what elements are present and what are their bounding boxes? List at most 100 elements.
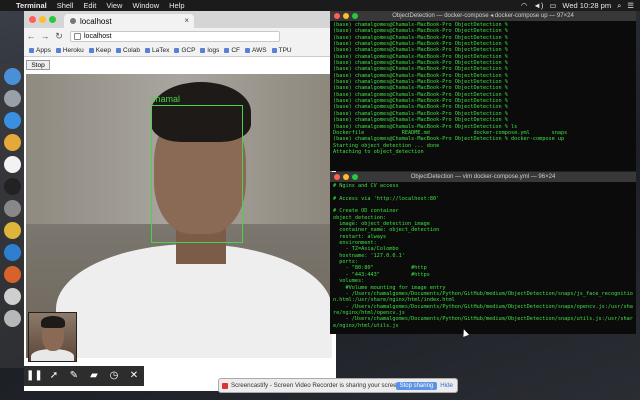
bookmark-gcp[interactable]: GCP xyxy=(174,47,195,54)
stop-button[interactable]: Stop xyxy=(26,60,50,70)
pen-icon[interactable]: ✎ xyxy=(66,368,82,384)
finder-icon[interactable] xyxy=(3,68,21,85)
timer-icon[interactable]: ◷ xyxy=(106,368,122,384)
recording-toolbar: ❚❚ ➚ ✎ ▰ ◷ ✕ xyxy=(24,366,144,386)
terminal-window-bottom[interactable]: ObjectDetection — vim docker-compose.yml… xyxy=(330,172,636,334)
terminal-line: - /Users/chamalgomes/Documents/Python/Gi… xyxy=(333,290,633,304)
trash-icon[interactable] xyxy=(3,310,21,327)
close-window-button[interactable] xyxy=(29,16,36,23)
menu-app-name[interactable]: Terminal xyxy=(16,1,47,10)
forward-arrow-icon[interactable]: → xyxy=(38,31,52,41)
reload-icon[interactable]: ↻ xyxy=(52,31,66,42)
stop-sharing-button[interactable]: Stop sharing xyxy=(395,381,438,390)
bookmark-label: CF xyxy=(231,46,241,54)
bookmark-cf[interactable]: CF xyxy=(224,47,240,54)
terminal-line: - /Users/chamalgomes/Documents/Python/Gi… xyxy=(333,303,633,316)
close-icon[interactable]: ✕ xyxy=(126,368,142,384)
thumbnail-hair xyxy=(41,316,65,328)
battery-icon[interactable]: ▭ xyxy=(549,1,556,10)
bookmark-keep[interactable]: Keep xyxy=(88,46,111,54)
pause-icon[interactable]: ❚❚ xyxy=(26,368,43,384)
bookmark-label: TPU xyxy=(278,46,292,54)
terminal-titlebar: ObjectDetection — docker-compose ◂ docke… xyxy=(330,11,636,21)
bookmark-apps[interactable]: Apps xyxy=(29,47,51,54)
menu-help[interactable]: Help xyxy=(169,1,184,10)
launchpad-icon[interactable] xyxy=(3,90,21,107)
menu-bar: Terminal Shell Edit View Window Help ◠ ◄… xyxy=(0,0,640,11)
vim-buffer: # Nginx and CV access # Access via 'http… xyxy=(330,182,636,330)
menu-clock[interactable]: Wed 10:28 pm xyxy=(562,1,611,10)
bookmark-icon xyxy=(224,47,230,53)
terminal-window-top[interactable]: ObjectDetection — docker-compose ◂ docke… xyxy=(330,11,636,171)
hide-link[interactable]: Hide xyxy=(440,382,453,389)
bookmark-label: Keep xyxy=(95,46,111,54)
volume-icon[interactable]: ◄) xyxy=(533,1,543,10)
bookmark-icon xyxy=(245,47,251,53)
bookmark-label: AWS xyxy=(252,46,267,54)
tab-strip: localhost × xyxy=(24,11,336,28)
minimize-window-button[interactable] xyxy=(343,174,349,180)
menu-window[interactable]: Window xyxy=(132,1,159,10)
bookmark-logs[interactable]: logs xyxy=(200,47,219,54)
bookmark-label: GCP xyxy=(181,46,196,54)
bookmark-heroku[interactable]: Heroku xyxy=(55,46,84,54)
share-message: Screencastify - Screen Video Recorder is… xyxy=(231,382,396,389)
notification-center-icon[interactable]: ☰ xyxy=(627,1,634,10)
screen-share-bar: Screencastify - Screen Video Recorder is… xyxy=(218,378,458,393)
bookmark-icon xyxy=(174,47,180,53)
cursor-icon[interactable]: ➚ xyxy=(46,368,62,384)
screencastify-icon xyxy=(222,382,228,389)
bookmark-tpu[interactable]: TPU xyxy=(271,46,292,54)
bookmark-icon xyxy=(271,47,277,53)
terminal-icon[interactable] xyxy=(3,178,21,195)
vscode-icon[interactable] xyxy=(3,244,21,261)
tab-favicon xyxy=(70,18,76,24)
firefox-icon[interactable] xyxy=(3,266,21,283)
wifi-icon[interactable]: ◠ xyxy=(521,1,528,10)
zoom-window-button[interactable] xyxy=(352,13,358,19)
close-tab-icon[interactable]: × xyxy=(184,16,189,25)
bookmark-aws[interactable]: AWS xyxy=(245,47,267,54)
terminal-output: (base) chamalgomes@Chamals-MacBook-Pro O… xyxy=(330,21,636,156)
address-text: localhost xyxy=(84,32,112,40)
dock xyxy=(0,64,24,368)
bookmark-label: Colab xyxy=(122,46,140,54)
minimize-window-button[interactable] xyxy=(39,16,46,23)
notes-icon[interactable] xyxy=(3,288,21,305)
eraser-icon[interactable]: ▰ xyxy=(86,368,102,384)
apps-grid-icon xyxy=(29,47,34,53)
chrome-icon[interactable] xyxy=(3,222,21,239)
close-window-button[interactable] xyxy=(334,13,340,19)
menu-view[interactable]: View xyxy=(106,1,122,10)
safari-icon[interactable] xyxy=(3,112,21,129)
terminal-titlebar: ObjectDetection — vim docker-compose.yml… xyxy=(330,172,636,182)
browser-toolbar: ← → ↻ localhost xyxy=(24,28,336,44)
menu-edit[interactable]: Edit xyxy=(83,1,96,10)
search-icon[interactable]: ⌕ xyxy=(617,1,621,11)
bookmark-label: Heroku xyxy=(62,46,84,54)
detection-label: chamal xyxy=(151,94,181,104)
photos-icon[interactable] xyxy=(3,134,21,151)
info-icon[interactable] xyxy=(74,32,81,40)
bookmark-colab[interactable]: Colab xyxy=(115,46,140,54)
terminal-line: Attaching to object_detection xyxy=(333,148,424,155)
terminal-title: ObjectDetection — vim docker-compose.yml… xyxy=(410,174,556,180)
settings-icon[interactable] xyxy=(3,200,21,217)
address-bar[interactable]: localhost xyxy=(70,30,280,42)
minimize-window-button[interactable] xyxy=(343,13,349,19)
close-window-button[interactable] xyxy=(334,174,340,180)
back-arrow-icon[interactable]: ← xyxy=(24,31,38,41)
menu-shell[interactable]: Shell xyxy=(57,1,74,10)
webcam-thumbnail[interactable] xyxy=(28,312,77,362)
calendar-icon[interactable] xyxy=(3,156,21,173)
bookmark-label: logs xyxy=(207,46,220,54)
bookmark-label: Apps xyxy=(36,46,51,54)
face-bounding-box xyxy=(151,105,243,243)
status-area: ◠ ◄) ▭ Wed 10:28 pm ⌕ ☰ xyxy=(521,0,634,11)
bookmark-icon xyxy=(55,47,61,53)
bookmark-icon xyxy=(200,47,206,53)
zoom-window-button[interactable] xyxy=(49,16,56,23)
browser-tab[interactable]: localhost × xyxy=(64,14,194,28)
bookmark-latex[interactable]: LaTex xyxy=(144,47,169,54)
zoom-window-button[interactable] xyxy=(352,174,358,180)
